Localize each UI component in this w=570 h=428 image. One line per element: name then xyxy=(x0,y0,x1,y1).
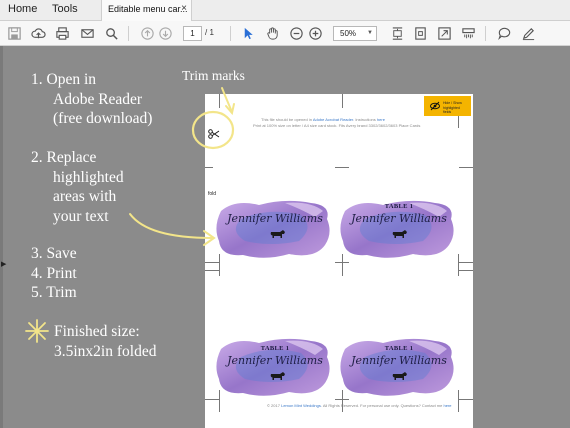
finished-line1: Finished size: xyxy=(54,323,140,340)
print-icon[interactable] xyxy=(54,25,70,41)
expand-sidebar-icon[interactable]: ▶ xyxy=(1,260,6,268)
doc-footer: © 2017 Lemon Mint Weddings. All Rights R… xyxy=(267,403,452,408)
zoom-out-icon[interactable] xyxy=(288,25,304,41)
zoom-select[interactable]: 50% ▼ xyxy=(333,26,377,41)
doc-header-instructions: . Instructions xyxy=(353,117,376,122)
replace-arrow xyxy=(129,213,213,239)
step2-line2: highlighted xyxy=(53,168,124,186)
save-icon[interactable] xyxy=(6,25,22,41)
sign-icon[interactable] xyxy=(520,25,536,41)
contact-link[interactable]: here xyxy=(444,403,452,408)
cow-icon xyxy=(392,372,407,380)
select-pointer-icon[interactable] xyxy=(240,25,256,41)
footer-text: . All Rights Reserved. For personal use … xyxy=(320,403,443,408)
document-page[interactable]: This file should be opened in Adobe Acro… xyxy=(205,94,473,428)
card-guest-name[interactable]: Jennifer Williams xyxy=(215,354,335,367)
page-up-icon[interactable] xyxy=(139,25,155,41)
page-down-icon[interactable] xyxy=(157,25,173,41)
sidebar-edge xyxy=(0,46,3,428)
step1-line2: Adobe Reader xyxy=(53,90,143,108)
card-table-number[interactable]: TABLE 1 xyxy=(339,203,459,210)
scissors-icon xyxy=(208,129,220,139)
doc-header-text: This file should be opened in xyxy=(261,117,312,122)
cow-icon xyxy=(270,372,285,380)
zoom-value: 50% xyxy=(340,29,357,38)
instruction-step-2: 2. Replace highlighted areas with your t… xyxy=(31,148,124,226)
card-guest-name[interactable]: Jennifer Williams xyxy=(339,354,459,367)
tab-document-label: Editable menu car... xyxy=(108,4,188,14)
hand-icon[interactable] xyxy=(264,25,280,41)
rotate-icon[interactable] xyxy=(412,25,428,41)
step1-line3: (free download) xyxy=(53,110,153,127)
card-table-number[interactable]: TABLE 1 xyxy=(339,345,459,352)
tab-home[interactable]: Home xyxy=(8,3,37,15)
zoom-in-icon[interactable] xyxy=(307,25,323,41)
card-guest-name[interactable]: Jennifer Williams xyxy=(215,212,335,225)
step2-line3: areas with xyxy=(53,188,117,205)
eye-off-icon xyxy=(430,101,440,111)
step5: 5. Trim xyxy=(31,284,77,301)
tab-tools[interactable]: Tools xyxy=(52,3,78,15)
place-card[interactable]: TABLE 1 Jennifer Williams xyxy=(339,197,459,263)
page-number-input[interactable]: 1 xyxy=(183,26,202,41)
step2-line1: 2. Replace xyxy=(31,149,97,166)
page-total: / 1 xyxy=(205,28,214,37)
toolbar-separator xyxy=(128,26,129,41)
toolbar-separator xyxy=(230,26,231,41)
trim-mark xyxy=(205,167,213,168)
cow-icon xyxy=(392,230,407,238)
trim-mark xyxy=(205,270,219,271)
trim-mark xyxy=(458,116,459,128)
cow-icon xyxy=(270,230,285,238)
chevron-down-icon: ▼ xyxy=(367,30,373,36)
trim-mark xyxy=(335,167,349,168)
trim-mark xyxy=(459,262,473,263)
tab-bar: Home Tools Editable menu car... × xyxy=(0,0,570,22)
highlight-toggle-badge[interactable]: Hide / Show highlighted fields xyxy=(424,96,471,116)
footer-copyright: © 2017 xyxy=(267,403,280,408)
trim-mark xyxy=(459,270,473,271)
tab-document[interactable]: Editable menu car... × xyxy=(101,0,192,22)
step1-line1: 1. Open in xyxy=(31,71,97,88)
step4: 4. Print xyxy=(31,264,77,282)
brand-link[interactable]: Lemon Mint Weddings xyxy=(281,403,321,408)
trim-mark xyxy=(342,94,343,108)
instruction-step-1: 1. Open in Adobe Reader (free download) xyxy=(31,70,152,129)
place-card[interactable]: TABLE 1 Jennifer Williams xyxy=(339,335,459,401)
doc-header-line1: This file should be opened in Adobe Acro… xyxy=(261,117,385,122)
comment-icon[interactable] xyxy=(496,25,512,41)
place-card[interactable]: Jennifer Williams xyxy=(215,197,335,263)
toolbar: 1 / 1 50% ▼ xyxy=(0,21,570,46)
star-icon xyxy=(25,319,49,343)
search-icon[interactable] xyxy=(103,25,119,41)
card-table-number[interactable]: TABLE 1 xyxy=(215,345,335,352)
step2-line4: your text xyxy=(53,207,109,225)
trim-mark xyxy=(459,399,473,400)
instruction-steps-3-5: 3. Save 4. Print 5. Trim xyxy=(31,244,77,303)
card-guest-name[interactable]: Jennifer Williams xyxy=(339,212,459,225)
fullscreen-icon[interactable] xyxy=(436,25,452,41)
place-card[interactable]: TABLE 1 Jennifer Williams xyxy=(215,335,335,401)
acrobat-link[interactable]: Adobe Acrobat Reader xyxy=(313,117,353,122)
instructions-link[interactable]: here xyxy=(377,117,385,122)
finished-line2: 3.5inx2in folded xyxy=(54,342,157,360)
scroll-mode-icon[interactable] xyxy=(460,25,476,41)
email-icon[interactable] xyxy=(79,25,95,41)
finished-size: Finished size: 3.5inx2in folded xyxy=(54,322,156,361)
badge-text: Hide / Show highlighted fields xyxy=(443,101,462,114)
fit-page-icon[interactable] xyxy=(389,25,405,41)
trim-marks-label: Trim marks xyxy=(182,68,245,83)
upload-icon[interactable] xyxy=(30,25,46,41)
toolbar-separator xyxy=(485,26,486,41)
trim-mark xyxy=(219,94,220,108)
doc-header-line2: Print at 100% size on letter / A4 size c… xyxy=(253,123,421,128)
trim-mark xyxy=(459,167,473,168)
close-tab-icon[interactable]: × xyxy=(181,3,187,14)
step3: 3. Save xyxy=(31,245,77,262)
